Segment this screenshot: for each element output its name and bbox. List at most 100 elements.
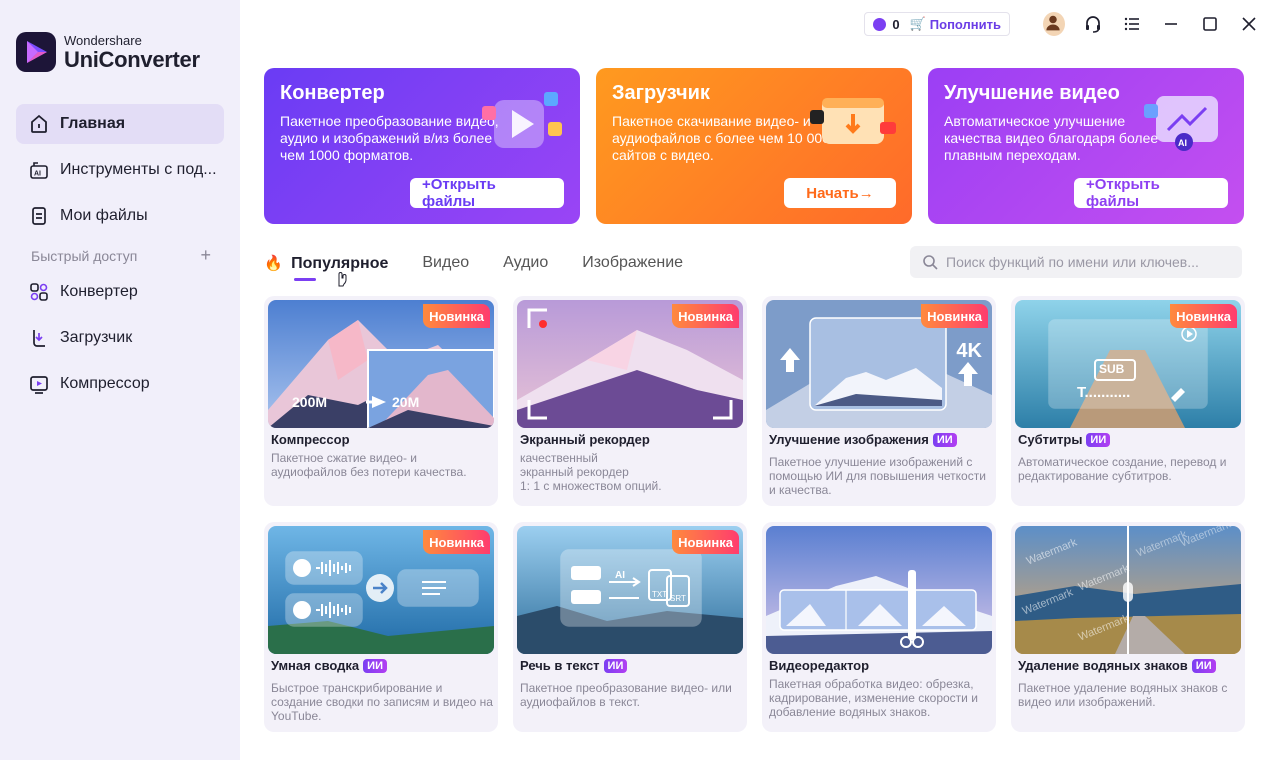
tool-card-subtitles[interactable]: SUB T........... Новинка Субтитры ИИ Авто… — [1011, 296, 1245, 506]
new-badge: Новинка — [423, 530, 490, 554]
converter-icon — [28, 281, 50, 303]
sidebar-item-label: Инструменты с под... — [60, 161, 217, 178]
tool-card-image-enhance[interactable]: 4K Новинка Улучшение изображения ИИ Пакет… — [762, 296, 996, 506]
menu-icon[interactable] — [1121, 13, 1143, 35]
tool-card-speech-to-text[interactable]: AI TXT SRT Новинка Речь в текст ИИ Пакетн… — [513, 522, 747, 732]
fire-icon: 🔥 — [264, 254, 283, 272]
card-desc: Автоматическое создание, перевод и редак… — [1018, 455, 1227, 483]
new-badge: Новинка — [921, 304, 988, 328]
smart-summary-thumbnail: Новинка — [268, 526, 494, 654]
banner-video-enhance[interactable]: Улучшение видео Автоматическое улучшение… — [928, 68, 1244, 224]
card-title: Удаление водяных знаков ИИ — [1018, 658, 1216, 673]
sidebar-item-home[interactable]: Главная — [16, 104, 224, 144]
txt-label: TXT — [652, 590, 668, 599]
card-title: Видеоредактор — [769, 658, 869, 673]
sidebar-item-label: Компрессор — [60, 375, 150, 392]
size-from-label: 200M — [292, 394, 328, 410]
sidebar-item-label: Загрузчик — [60, 329, 133, 346]
card-title: Субтитры ИИ — [1018, 432, 1111, 447]
subtitles-thumbnail: SUB T........... Новинка — [1015, 300, 1241, 428]
card-title: Экранный рекордер — [520, 432, 650, 447]
ai-badge: ИИ — [1191, 658, 1216, 673]
sidebar-item-compressor[interactable]: Компрессор — [16, 364, 224, 404]
tab-popular[interactable]: 🔥 Популярное — [264, 254, 388, 281]
home-icon — [28, 113, 50, 135]
brand-product: UniConverter — [64, 46, 200, 72]
headset-icon[interactable] — [1082, 13, 1104, 35]
tool-card-screen-recorder[interactable]: Новинка Экранный рекордер качественный э… — [513, 296, 747, 506]
screen-recorder-thumbnail: Новинка — [517, 300, 743, 428]
card-title-text: Видеоредактор — [769, 658, 870, 673]
card-title: Улучшение изображения ИИ — [769, 432, 957, 447]
title-bar: 0 🛒 Пополнить — [864, 10, 1260, 38]
open-files-button[interactable]: +Открыть файлы — [1074, 176, 1228, 210]
srt-label: SRT — [670, 594, 686, 603]
search-input[interactable] — [946, 254, 1236, 270]
coin-icon — [873, 17, 887, 31]
tool-card-smart-summary[interactable]: Новинка Умная сводка ИИ Быстрое транскриб… — [264, 522, 498, 732]
feature-search[interactable] — [910, 246, 1242, 278]
downloader-icon — [28, 327, 50, 349]
card-title-text: Компрессор — [271, 432, 350, 447]
tab-video[interactable]: Видео — [422, 254, 469, 272]
credits-count: 0 — [892, 16, 900, 32]
quick-access-label: Быстрый доступ — [31, 248, 138, 264]
tool-card-watermark-remover[interactable]: Watermark Watermark Watermark Watermark … — [1011, 522, 1245, 732]
card-title-text: Умная сводка — [271, 658, 360, 673]
app-window: Wondershare UniConverter Главная AI Инст… — [0, 0, 1270, 760]
start-button[interactable]: Начать→ — [784, 178, 896, 208]
tab-audio[interactable]: Аудио — [503, 254, 548, 272]
sidebar-item-downloader[interactable]: Загрузчик — [16, 318, 224, 358]
new-badge: Новинка — [1170, 304, 1237, 328]
ai-badge: ИИ — [932, 432, 957, 447]
maximize-icon[interactable] — [1199, 13, 1221, 35]
converter-illustration-icon — [472, 86, 568, 156]
sidebar-item-my-files[interactable]: Мои файлы — [16, 196, 224, 236]
ai-badge: ИИ — [1086, 432, 1111, 447]
ai-badge: ИИ — [363, 658, 387, 673]
minimize-icon[interactable] — [1160, 13, 1182, 35]
compressor-thumbnail: 200M 20M Новинка — [268, 300, 494, 428]
files-icon — [28, 205, 50, 227]
cart-icon: 🛒 — [909, 16, 926, 31]
card-title: Речь в текст ИИ — [520, 658, 628, 673]
user-avatar-button[interactable] — [1043, 12, 1065, 36]
credits-widget[interactable]: 0 🛒 Пополнить — [864, 12, 1010, 36]
sidebar-item-ai-tools[interactable]: AI Инструменты с под... — [16, 150, 224, 190]
sidebar-item-label: Конвертер — [60, 283, 138, 300]
card-title: Компрессор — [271, 432, 350, 447]
mouse-pointer-icon — [338, 272, 347, 287]
card-title-text: Удаление водяных знаков — [1018, 658, 1188, 673]
card-desc: Пакетная обработка видео: обрезка, кадри… — [769, 677, 978, 719]
banner-downloader[interactable]: Загрузчик Пакетное скачивание видео- и а… — [596, 68, 912, 224]
ai-label: AI — [615, 570, 625, 581]
search-icon — [923, 255, 938, 270]
new-badge: Новинка — [672, 304, 739, 328]
banner-converter[interactable]: Конвертер Пакетное преобразование видео,… — [264, 68, 580, 224]
uniconverter-logo-icon — [16, 32, 56, 72]
banner-title: Конвертер — [280, 82, 385, 104]
sidebar-item-converter[interactable]: Конвертер — [16, 272, 224, 312]
app-logo: Wondershare UniConverter — [16, 32, 200, 72]
category-tabs: 🔥 Популярное Видео Аудио Изображение — [264, 248, 717, 281]
svg-text:AI: AI — [34, 171, 41, 178]
quick-access-add-button[interactable]: + — [200, 246, 211, 264]
tab-image[interactable]: Изображение — [582, 254, 683, 272]
tool-card-compressor[interactable]: 200M 20M Новинка Компрессор Пакетное сжа… — [264, 296, 498, 506]
card-desc: Пакетное удаление водяных знаков с видео… — [1018, 681, 1228, 709]
downloader-illustration-icon — [804, 86, 900, 156]
quick-access-header: Быстрый доступ + — [31, 246, 211, 264]
card-desc: качественный экранный рекордер 1: 1 с мн… — [520, 451, 662, 493]
speech-to-text-thumbnail: AI TXT SRT Новинка — [517, 526, 743, 654]
card-desc: Пакетное преобразование видео- или аудио… — [520, 681, 732, 709]
open-files-button[interactable]: +Открыть файлы — [410, 176, 564, 210]
banner-title: Загрузчик — [612, 82, 710, 104]
tool-card-video-editor[interactable]: Видеоредактор Пакетная обработка видео: … — [762, 522, 996, 732]
close-icon[interactable] — [1238, 13, 1260, 35]
card-title-text: Экранный рекордер — [520, 432, 650, 447]
sub-label: SUB — [1099, 362, 1125, 376]
sidebar: Wondershare UniConverter Главная AI Инст… — [0, 0, 240, 760]
banner-title: Улучшение видео — [944, 82, 1120, 104]
compressor-icon — [28, 373, 50, 395]
topup-button[interactable]: Пополнить — [930, 17, 1001, 32]
